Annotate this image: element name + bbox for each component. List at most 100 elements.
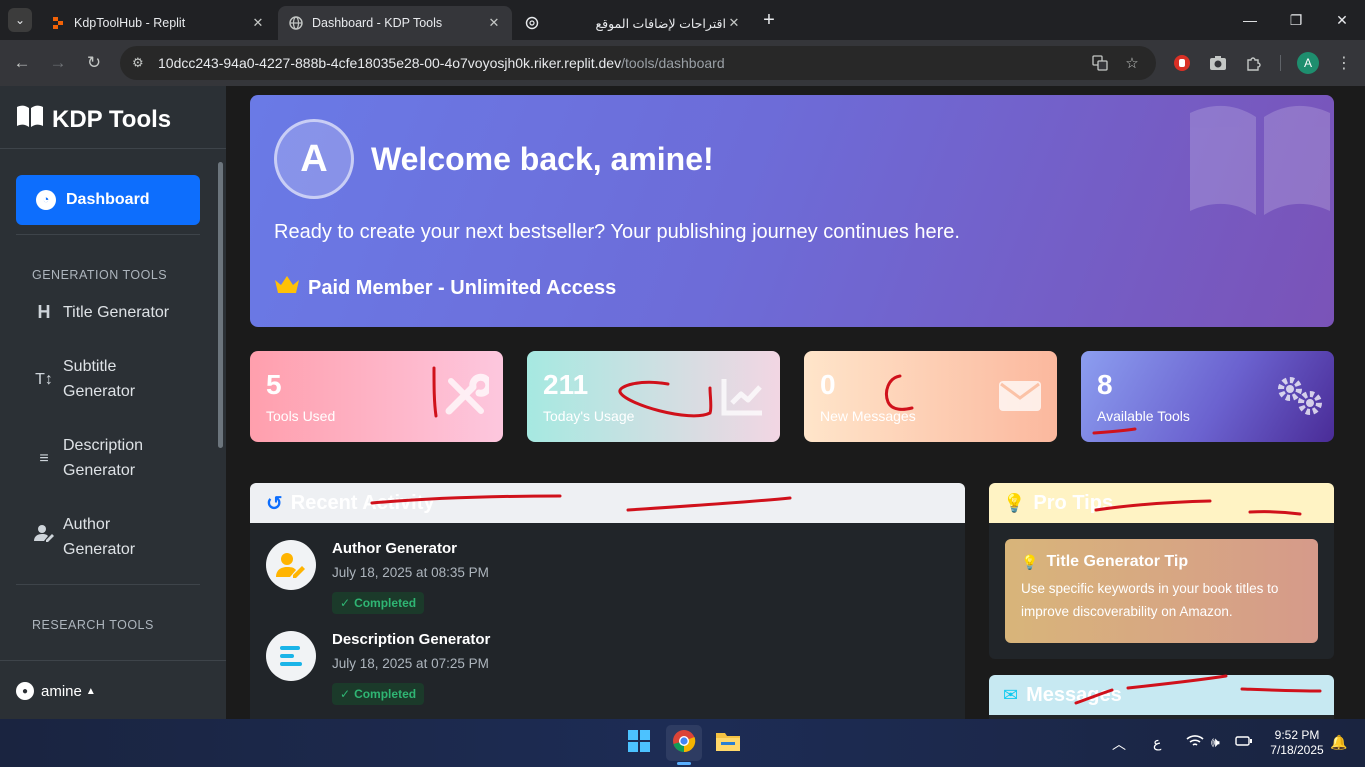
arrow-left-icon: ← — [13, 53, 31, 72]
panel-title: Pro Tips — [1033, 491, 1114, 514]
back-button[interactable]: ← — [9, 51, 35, 75]
panel-header: ✉ Messages — [989, 675, 1334, 715]
divider — [0, 148, 226, 149]
welcome-title: Welcome back, amine! — [371, 141, 714, 177]
stat-value: 211 — [543, 369, 589, 400]
status-label: Completed — [354, 596, 417, 610]
gears-icon — [1274, 373, 1322, 419]
check-icon: ✓ — [340, 687, 351, 701]
reload-icon: ↻ — [86, 53, 102, 72]
sidebar-item-author-generator[interactable]: Author Generator — [34, 512, 135, 562]
lightbulb-icon: 💡 — [1003, 492, 1026, 513]
crown-icon — [274, 275, 300, 301]
book-open-icon — [1186, 103, 1334, 215]
activity-time: July 18, 2025 at 07:25 PM — [332, 656, 489, 671]
wifi-icon[interactable] — [1186, 734, 1204, 751]
stat-value: 8 — [1097, 369, 1113, 400]
stat-label: New Messages — [820, 408, 916, 424]
reload-button[interactable]: ↻ — [81, 51, 107, 75]
camera-extension-icon[interactable] — [1207, 52, 1229, 74]
check-icon: ✓ — [340, 596, 351, 610]
url-text[interactable]: 10dcc243-94a0-4227-888b-4cfe18035e28-00-… — [158, 55, 725, 71]
status-label: Completed — [354, 687, 417, 701]
sidebar-item-title-generator[interactable]: H Title Generator — [34, 300, 170, 325]
address-bar[interactable]: ⚙ 10dcc243-94a0-4227-888b-4cfe18035e28-0… — [120, 46, 1156, 80]
openai-icon — [524, 15, 540, 31]
book-open-icon — [16, 104, 44, 135]
stop-hand-extension-icon[interactable] — [1171, 52, 1193, 74]
tip-title: Title Generator Tip — [1046, 553, 1189, 570]
start-button[interactable] — [621, 725, 657, 761]
stat-card-tools-used[interactable]: 5 Tools Used — [250, 351, 503, 442]
folder-icon — [715, 730, 741, 757]
clock-time: 9:52 PM — [1274, 728, 1320, 742]
page-viewport: KDP Tools ◔ Dashboard GENERATION TOOLS H… — [0, 86, 1365, 719]
activity-name: Description Generator — [332, 631, 491, 648]
translate-icon[interactable] — [1089, 52, 1111, 74]
welcome-hero: A Welcome back, amine! Ready to create y… — [250, 95, 1334, 327]
sidebar-item-description-generator[interactable]: ≡ Description Generator — [34, 433, 143, 483]
tab-chatgpt[interactable]: اقتراحات لإضافات الموقع ✕ — [514, 6, 752, 40]
url-host: 10dcc243-94a0-4227-888b-4cfe18035e28-00-… — [158, 55, 622, 71]
profile-avatar[interactable]: A — [1297, 52, 1319, 74]
new-tab-button[interactable]: + — [757, 8, 781, 32]
active-app-indicator — [677, 762, 691, 765]
stat-card-available-tools[interactable]: 8 Available Tools — [1081, 351, 1334, 442]
maximize-button[interactable]: ❐ — [1273, 6, 1319, 34]
activity-time: July 18, 2025 at 08:35 PM — [332, 565, 489, 580]
panel-title: Messages — [1026, 683, 1122, 706]
envelope-icon — [997, 373, 1043, 419]
close-icon[interactable]: ✕ — [250, 15, 266, 31]
input-language[interactable]: ع — [1153, 734, 1161, 751]
close-icon[interactable]: ✕ — [726, 15, 742, 31]
stat-card-new-messages[interactable]: 0 New Messages — [804, 351, 1057, 442]
sidebar: KDP Tools ◔ Dashboard GENERATION TOOLS H… — [0, 86, 226, 719]
user-menu[interactable]: ● amine ▲ — [16, 682, 96, 700]
brand[interactable]: KDP Tools — [16, 104, 171, 135]
taskbar-chrome[interactable] — [666, 725, 702, 761]
stat-value: 5 — [266, 369, 282, 400]
tab-dashboard[interactable]: Dashboard - KDP Tools ✕ — [278, 6, 512, 40]
stat-label: Today's Usage — [543, 408, 635, 424]
stat-label: Tools Used — [266, 408, 336, 424]
sidebar-item-label: Dashboard — [66, 191, 150, 208]
taskbar-file-explorer[interactable] — [710, 725, 746, 761]
status-badge: ✓ Completed — [332, 683, 425, 705]
sidebar-item-subtitle-generator[interactable]: T↕ Subtitle Generator — [34, 354, 135, 404]
tray-overflow-chevron-up-icon[interactable]: ︿ — [1112, 734, 1126, 754]
close-icon[interactable]: ✕ — [486, 15, 502, 31]
forward-button[interactable]: → — [45, 51, 71, 75]
stat-card-todays-usage[interactable]: 211 Today's Usage — [527, 351, 780, 442]
close-window-button[interactable]: ✕ — [1319, 6, 1365, 34]
section-title-research: RESEARCH TOOLS — [32, 618, 154, 632]
panel-header: 💡 Pro Tips — [989, 483, 1334, 523]
windows-icon — [627, 729, 651, 758]
extensions-puzzle-icon[interactable] — [1243, 52, 1265, 74]
site-settings-icon[interactable]: ⚙ — [132, 55, 154, 71]
status-badge: ✓ Completed — [332, 592, 425, 614]
replit-icon — [50, 15, 66, 31]
battery-icon[interactable] — [1235, 734, 1253, 750]
tools-icon — [443, 373, 493, 419]
stat-value: 0 — [820, 369, 836, 400]
activity-name: Author Generator — [332, 540, 458, 557]
sidebar-item-label: Author Generator — [63, 516, 136, 558]
minimize-button[interactable]: — — [1227, 6, 1273, 34]
chart-line-icon — [720, 373, 766, 419]
pro-tips-panel: 💡 Pro Tips 💡 Title Generator Tip Use spec… — [989, 483, 1334, 659]
notification-bell-icon[interactable]: 🔔 — [1330, 734, 1347, 751]
clock[interactable]: 9:52 PM 7/18/2025 — [1262, 728, 1332, 758]
volume-icon[interactable]: 🕪 — [1211, 734, 1220, 751]
bookmark-star-icon[interactable]: ☆ — [1121, 52, 1143, 74]
browser-tab-bar: ⌄ KdpToolHub - Replit ✕ Dashboard - KDP … — [0, 0, 1365, 40]
globe-icon — [288, 15, 304, 31]
restore-icon: ❐ — [1289, 11, 1303, 28]
sidebar-scrollbar[interactable] — [218, 162, 223, 448]
membership-label: Paid Member - Unlimited Access — [308, 276, 617, 299]
more-menu-icon[interactable]: ⋮ — [1333, 52, 1355, 74]
tab-search-dropdown[interactable]: ⌄ — [8, 8, 32, 32]
tab-replit[interactable]: KdpToolHub - Replit ✕ — [40, 6, 276, 40]
sidebar-item-dashboard[interactable]: ◔ Dashboard — [16, 175, 200, 225]
recent-activity-panel: ↺ Recent Activity Author Generator July … — [250, 483, 965, 719]
sidebar-item-label: Title Generator — [63, 304, 170, 321]
